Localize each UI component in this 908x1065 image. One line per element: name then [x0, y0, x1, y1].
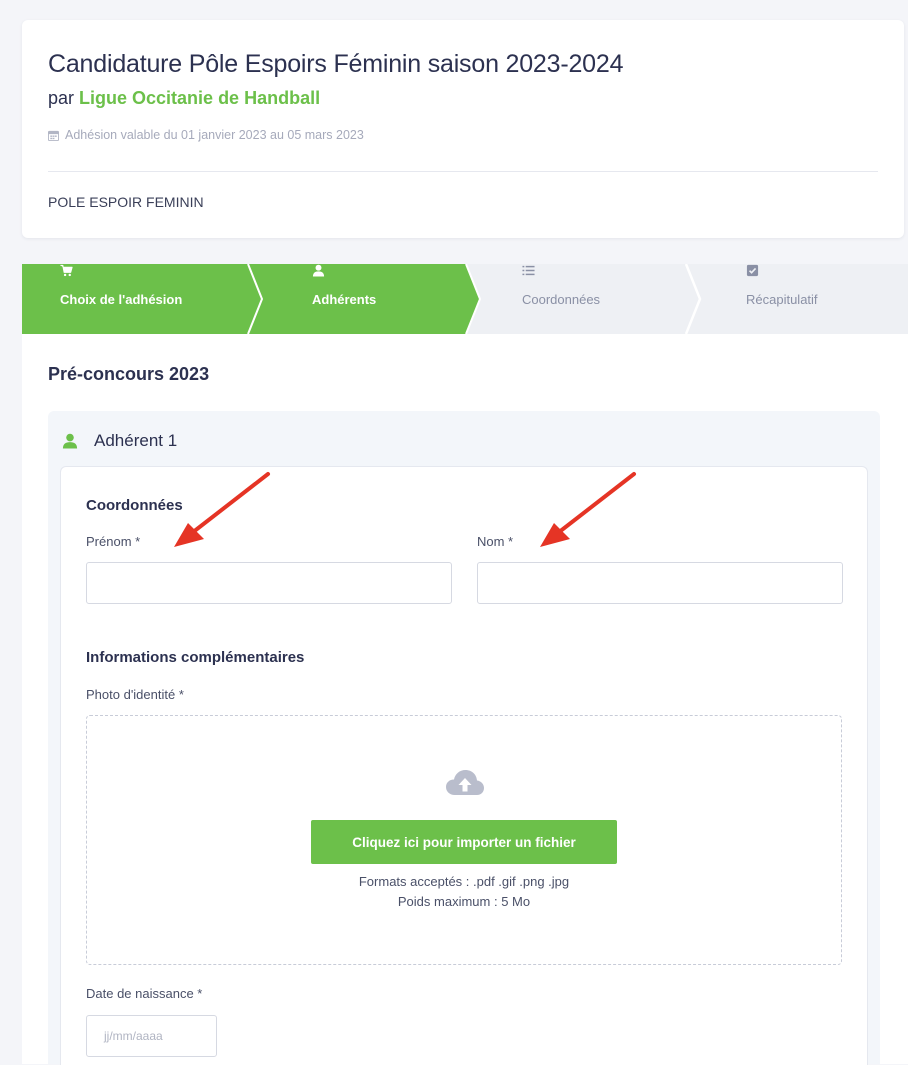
- max-file-size: Poids maximum : 5 Mo: [397, 894, 531, 909]
- user-icon: [62, 433, 78, 449]
- list-icon: [522, 265, 535, 276]
- birthdate-input[interactable]: jj/mm/aaaa: [86, 1015, 217, 1057]
- header-divider: [48, 171, 878, 172]
- birthdate-label: Date de naissance *: [86, 986, 203, 1001]
- cloud-upload-icon: [446, 770, 484, 795]
- accepted-formats: Formats acceptés : .pdf .gif .png .jpg: [358, 874, 570, 889]
- member-form: Coordonnées Prénom * Nom * Informations …: [60, 466, 868, 1065]
- coordinates-title: Coordonnées: [86, 497, 183, 514]
- member-title: Adhérent 1: [94, 431, 178, 450]
- photo-label: Photo d'identité *: [86, 687, 184, 702]
- campaign-subtitle: POLE ESPOIR FEMININ: [48, 194, 204, 210]
- section-title: Pré-concours 2023: [48, 364, 210, 384]
- member-header: Adhérent 1: [62, 431, 177, 451]
- cart-icon: [60, 264, 73, 277]
- campaign-header-card: Candidature Pôle Espoirs Féminin saison …: [22, 20, 904, 238]
- step-label-3: Coordonnées: [522, 291, 601, 307]
- last-name-input[interactable]: [477, 562, 843, 604]
- step-label-1: Choix de l'adhésion: [60, 291, 183, 307]
- step-label-2: Adhérents: [312, 291, 377, 307]
- organizer-name[interactable]: Ligue Occitanie de Handball: [79, 88, 320, 108]
- first-name-label: Prénom *: [86, 534, 141, 549]
- photo-dropzone[interactable]: Cliquez ici pour importer un fichier For…: [86, 715, 842, 965]
- validity-text: Adhésion valable du 01 janvier 2023 au 0…: [65, 128, 364, 142]
- step-adherents[interactable]: Adhérents: [312, 264, 376, 334]
- page-title: Candidature Pôle Espoirs Féminin saison …: [48, 50, 624, 78]
- last-name-label: Nom *: [477, 534, 514, 549]
- user-icon: [312, 264, 325, 277]
- validity-period: Adhésion valable du 01 janvier 2023 au 0…: [48, 128, 364, 142]
- upload-file-button[interactable]: Cliquez ici pour importer un fichier: [311, 820, 617, 864]
- calendar-icon: [48, 130, 59, 141]
- registration-stepper: Choix de l'adhésion Adhérents Coordonnée…: [22, 264, 908, 334]
- step-coordonnees[interactable]: Coordonnées: [522, 264, 600, 334]
- step-choix-adhesion[interactable]: Choix de l'adhésion: [60, 264, 182, 334]
- registration-form-card: Choix de l'adhésion Adhérents Coordonnée…: [22, 264, 908, 1065]
- first-name-input[interactable]: [86, 562, 452, 604]
- by-prefix: par: [48, 88, 75, 108]
- organizer-line: par Ligue Occitanie de Handball: [48, 88, 320, 109]
- check-square-icon: [746, 264, 759, 277]
- extra-info-title: Informations complémentaires: [86, 649, 305, 666]
- member-panel: Adhérent 1 Coordonnées Prénom * Nom * In…: [48, 411, 880, 1065]
- step-label-4: Récapitulatif: [746, 291, 818, 307]
- step-recapitulatif[interactable]: Récapitulatif: [746, 264, 818, 334]
